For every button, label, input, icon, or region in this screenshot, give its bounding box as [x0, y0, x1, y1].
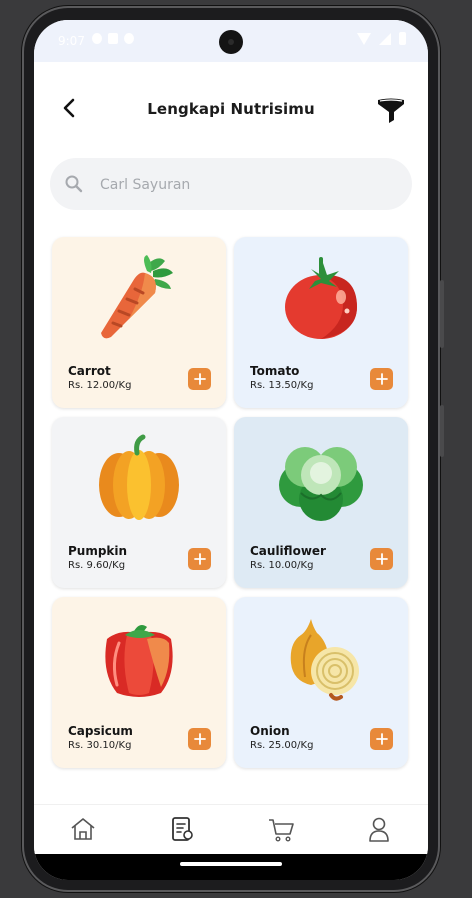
volume-button: [440, 405, 444, 457]
system-navigation-bar: [34, 854, 428, 880]
product-card-onion[interactable]: Onion Rs. 25.00/Kg: [234, 597, 408, 768]
plus-icon: [193, 373, 206, 385]
product-name: Pumpkin: [68, 544, 128, 558]
product-price: Rs. 12.00/Kg: [68, 380, 132, 391]
signal-icon: [379, 32, 391, 45]
plus-icon: [375, 733, 388, 745]
wifi-icon: [357, 32, 371, 45]
system-icons: [357, 32, 406, 45]
product-name: Onion: [250, 724, 290, 738]
search-input[interactable]: [98, 166, 392, 204]
add-to-cart-button[interactable]: [188, 368, 211, 390]
capsicum-icon: [105, 625, 173, 697]
funnel-icon: [378, 98, 404, 123]
page-title: Lengkapi Nutrisimu: [147, 100, 315, 118]
product-name: Cauliflower: [250, 544, 326, 558]
search-icon: [65, 175, 83, 193]
plus-icon: [193, 553, 206, 565]
user-icon: [369, 817, 389, 842]
product-card-tomato[interactable]: Tomato Rs. 13.50/Kg: [234, 237, 408, 408]
product-card-cauliflower[interactable]: Cauliflower Rs. 10.00/Kg: [234, 417, 408, 588]
plus-icon: [375, 373, 388, 385]
nav-profile[interactable]: [365, 815, 393, 843]
sim-icon: [108, 33, 118, 44]
app-header: Lengkapi Nutrisimu: [34, 90, 428, 130]
shield-icon: [92, 33, 102, 44]
product-price: Rs. 30.10/Kg: [68, 740, 132, 751]
add-to-cart-button[interactable]: [188, 728, 211, 750]
search-bar: [50, 158, 412, 210]
status-bar: 9:07: [34, 20, 428, 62]
filter-button[interactable]: [376, 96, 406, 124]
onion-icon: [290, 619, 359, 701]
tomato-icon: [285, 257, 357, 339]
sync-icon: [124, 33, 134, 44]
add-to-cart-button[interactable]: [188, 548, 211, 570]
app-screen: 9:07 Lengkapi Nutrisimu Carl Sayuran Car…: [34, 20, 428, 880]
product-name: Carrot: [68, 364, 111, 378]
pumpkin-icon: [99, 434, 179, 520]
home-icon: [71, 818, 95, 840]
carrot-icon: [101, 255, 173, 339]
status-time: 9:07: [58, 34, 85, 48]
product-card-capsicum[interactable]: Capsicum Rs. 30.10/Kg: [52, 597, 226, 768]
cart-icon: [269, 819, 294, 842]
plus-icon: [193, 733, 206, 745]
product-card-pumpkin[interactable]: Pumpkin Rs. 9.60/Kg: [52, 417, 226, 588]
nav-cart[interactable]: [267, 815, 295, 843]
front-camera: [219, 30, 243, 54]
plus-icon: [375, 553, 388, 565]
add-to-cart-button[interactable]: [370, 368, 393, 390]
product-name: Capsicum: [68, 724, 133, 738]
product-price: Rs. 9.60/Kg: [68, 560, 126, 571]
power-button: [440, 280, 444, 348]
nav-home[interactable]: [69, 815, 97, 843]
product-price: Rs. 25.00/Kg: [250, 740, 314, 751]
notification-icons: [92, 33, 134, 44]
add-to-cart-button[interactable]: [370, 548, 393, 570]
nav-orders[interactable]: [168, 815, 196, 843]
bottom-navigation: [34, 804, 428, 855]
product-price: Rs. 10.00/Kg: [250, 560, 314, 571]
product-price: Rs. 13.50/Kg: [250, 380, 314, 391]
battery-icon: [399, 32, 406, 45]
home-indicator[interactable]: [180, 862, 282, 866]
product-card-carrot[interactable]: Carrot Rs. 12.00/Kg: [52, 237, 226, 408]
receipt-icon: [172, 817, 193, 841]
product-name: Tomato: [250, 364, 300, 378]
add-to-cart-button[interactable]: [370, 728, 393, 750]
cabbage-icon: [279, 447, 363, 521]
